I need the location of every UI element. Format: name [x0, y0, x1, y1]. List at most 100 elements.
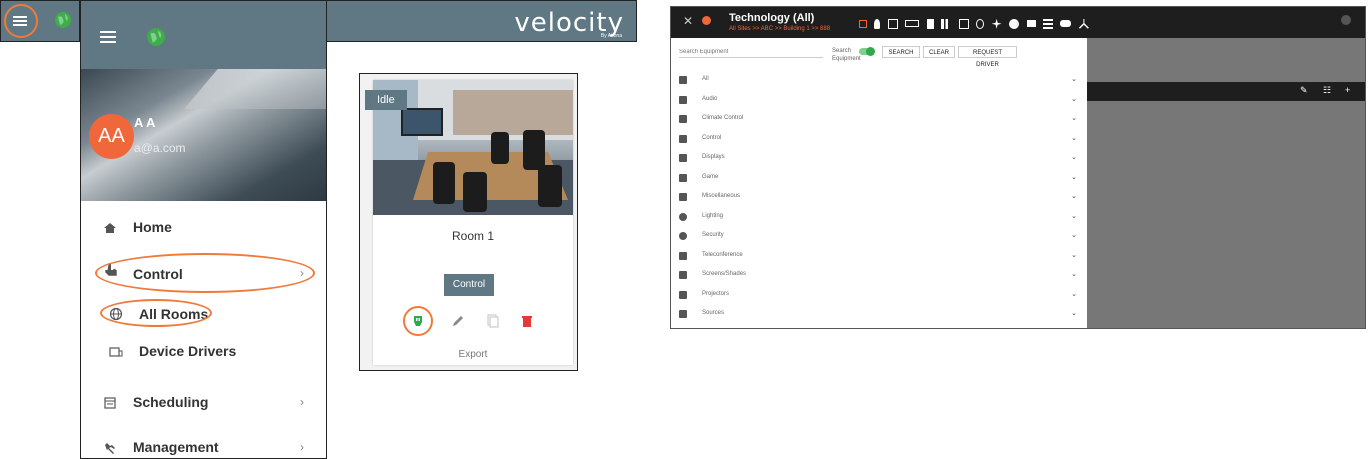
- fan-icon: [679, 115, 687, 123]
- category-label: Miscellaneous: [702, 193, 741, 199]
- chevron-down-icon[interactable]: ⌄: [1071, 134, 1077, 142]
- details-toolbar: ✎ ☷ +: [1087, 82, 1365, 101]
- equipment-header: ✕ Technology (All) All Sites >> ABC >> B…: [671, 7, 1365, 38]
- category-row[interactable]: Screens/Shades ⌄: [671, 266, 1087, 285]
- monitor-icon[interactable]: [887, 18, 898, 29]
- nav-home[interactable]: Home: [81, 213, 326, 243]
- projector-icon: [679, 290, 687, 299]
- export-label: Export: [458, 349, 488, 360]
- search-equipment-label: Search Equipment: [832, 48, 861, 62]
- settings-sliders-icon[interactable]: ☷: [1323, 85, 1331, 96]
- monitor-icon: [679, 154, 687, 162]
- category-row[interactable]: Security ⌄: [671, 227, 1087, 246]
- user-avatar-icon[interactable]: [1341, 15, 1351, 25]
- category-toolbar: [859, 15, 1092, 29]
- box-icon[interactable]: [958, 18, 969, 29]
- category-label: All: [702, 76, 709, 82]
- chevron-down-icon[interactable]: ⌄: [1071, 192, 1077, 200]
- category-row[interactable]: Climate Control ⌄: [671, 110, 1087, 129]
- chevron-down-icon[interactable]: ⌄: [1071, 290, 1077, 298]
- chevron-down-icon[interactable]: ⌄: [1071, 251, 1077, 259]
- category-row[interactable]: Control ⌄: [671, 130, 1087, 149]
- category-row[interactable]: All ⌄: [671, 71, 1087, 90]
- status-badge: Idle: [365, 90, 407, 110]
- chevron-down-icon[interactable]: ⌄: [1071, 75, 1077, 83]
- search-button[interactable]: SEARCH: [882, 46, 920, 58]
- category-label: Sources: [702, 310, 725, 316]
- gamepad-icon: [679, 173, 687, 182]
- category-label: Lighting: [702, 212, 724, 219]
- wrench-icon: [105, 443, 115, 454]
- edit-pencil-icon[interactable]: ✎: [1300, 85, 1308, 96]
- camera-icon: [679, 251, 687, 260]
- topbar-fragment: [0, 0, 80, 42]
- control-button[interactable]: Control: [444, 274, 494, 296]
- app-topbar: velocity By Atlona: [327, 0, 637, 42]
- category-row[interactable]: Displays ⌄: [671, 149, 1087, 168]
- network-icon: [679, 134, 687, 143]
- grid-icon[interactable]: [859, 19, 867, 28]
- menu-highlight-ring: [4, 4, 38, 38]
- logo-subtitle: By Atlona: [600, 33, 622, 39]
- room-card[interactable]: Idle Room 1 Control Export: [365, 80, 573, 365]
- room-card-panel: Idle Room 1 Control Export: [359, 73, 578, 371]
- chevron-right-icon: ›: [300, 440, 304, 454]
- category-row[interactable]: Projectors ⌄: [671, 286, 1087, 305]
- category-row[interactable]: Miscellaneous ⌄: [671, 188, 1087, 207]
- globe-icon[interactable]: [146, 27, 166, 47]
- bulb-toolbar-icon[interactable]: [874, 18, 881, 29]
- category-row[interactable]: Game ⌄: [671, 169, 1087, 188]
- nav-scheduling-label: Scheduling: [133, 394, 209, 410]
- close-icon[interactable]: ✕: [683, 14, 693, 28]
- category-row[interactable]: Lighting ⌄: [671, 208, 1087, 227]
- nav-management-label: Management: [133, 439, 219, 455]
- copy-icon[interactable]: [485, 313, 501, 329]
- status-dot-icon: [702, 16, 711, 25]
- room-name: Room 1: [451, 229, 495, 243]
- network-icon[interactable]: [1078, 18, 1089, 29]
- delete-trash-icon[interactable]: [519, 313, 535, 329]
- lightbulb-icon[interactable]: [976, 18, 985, 29]
- hamburger-icon[interactable]: [99, 28, 117, 46]
- avatar[interactable]: AA: [89, 114, 134, 159]
- category-row[interactable]: Teleconference ⌄: [671, 247, 1087, 266]
- add-icon[interactable]: +: [1345, 85, 1350, 95]
- nav-management[interactable]: Management ›: [81, 433, 326, 458]
- list-icon[interactable]: [1042, 18, 1053, 29]
- fan-icon[interactable]: [991, 18, 1002, 29]
- nav-scheduling[interactable]: Scheduling ›: [81, 388, 326, 418]
- search-input[interactable]: [679, 47, 823, 58]
- equipment-list: SearchEquipment SEARCH CLEAR REQUEST DRI…: [671, 38, 1087, 328]
- gamepad-icon[interactable]: [1060, 20, 1072, 28]
- category-row[interactable]: Sources ⌄: [671, 305, 1087, 324]
- globe-icon[interactable]: [54, 11, 72, 29]
- grid-icon: [679, 76, 687, 84]
- category-row[interactable]: Audio ⌄: [671, 91, 1087, 110]
- category-label: Audio: [702, 95, 718, 102]
- chevron-down-icon[interactable]: ⌄: [1071, 270, 1077, 278]
- request-driver-button[interactable]: REQUEST DRIVER: [958, 46, 1017, 68]
- nav-device-drivers[interactable]: Device Drivers: [81, 337, 326, 367]
- camera-icon[interactable]: [1026, 20, 1036, 28]
- chevron-down-icon[interactable]: ⌄: [1071, 231, 1077, 239]
- box-icon: [679, 193, 687, 201]
- shield-icon[interactable]: [1009, 18, 1020, 29]
- chevron-down-icon[interactable]: ⌄: [1071, 212, 1077, 220]
- chevron-down-icon[interactable]: ⌄: [1071, 309, 1077, 317]
- device-driver-icon: [109, 347, 123, 357]
- chevron-down-icon[interactable]: ⌄: [1071, 153, 1077, 161]
- source-icon[interactable]: [926, 18, 934, 29]
- projector-icon[interactable]: [905, 20, 920, 28]
- chevron-down-icon[interactable]: ⌄: [1071, 173, 1077, 181]
- audio-bars-icon[interactable]: [941, 18, 952, 29]
- breadcrumb[interactable]: All Sites >> ABC >> Building 1 >> 888: [729, 26, 830, 32]
- clear-button[interactable]: CLEAR: [923, 46, 955, 58]
- chevron-down-icon[interactable]: ⌄: [1071, 95, 1077, 103]
- home-icon: [104, 223, 116, 233]
- chevron-down-icon[interactable]: ⌄: [1071, 114, 1077, 122]
- search-equipment-toggle[interactable]: [859, 46, 875, 56]
- export-highlight-ring: [403, 306, 433, 336]
- bulb-icon: [679, 212, 687, 221]
- edit-pencil-icon[interactable]: [450, 313, 466, 329]
- user-name: A A: [134, 115, 156, 130]
